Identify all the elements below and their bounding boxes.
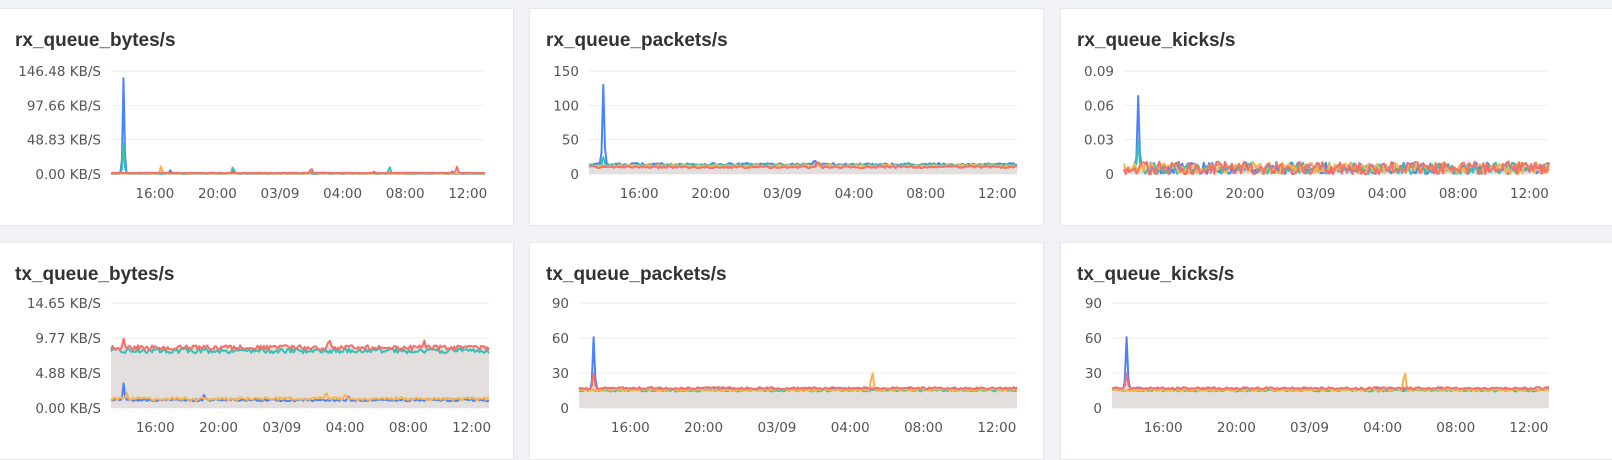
x-tick-label: 08:00 — [904, 420, 943, 436]
series-line-red — [110, 165, 486, 175]
x-tick-label: 04:00 — [831, 420, 870, 436]
x-tick-label: 12:00 — [452, 420, 491, 436]
panel-rx-queue-bytes: rx_queue_bytes/s 0.00 KB/S 48.83 KB/S 97.6… — [0, 8, 514, 226]
y-tick-label: 0.00 KB/S — [35, 167, 101, 183]
chart-tx-queue-packets: 0 30 60 90 16:00 20:00 03/09 04:00 08:00 12:00 — [552, 296, 1018, 436]
x-tick-label: 04:00 — [835, 186, 874, 202]
y-tick-label: 48.83 KB/S — [27, 133, 101, 149]
series-line-blue — [1111, 336, 1550, 392]
x-tick-label: 12:00 — [977, 420, 1016, 436]
y-tick-label: 0 — [1093, 401, 1102, 417]
chart-rx-queue-packets: 0 50 100 150 16:00 20:00 03/09 04:00 08:00 12:00 — [553, 64, 1018, 202]
x-tick-label: 16:00 — [136, 420, 175, 436]
x-tick-label: 03/09 — [757, 420, 796, 436]
chart-rx-queue-kicks: 0 0.03 0.06 0.09 16:00 20:00 03/09 04:00 08:00 12… — [1084, 64, 1550, 202]
series-line-red — [1112, 372, 1550, 391]
y-tick-label: 0.00 KB/S — [35, 401, 101, 417]
chart-tx-queue-kicks: 0 30 60 90 16:00 20:00 03/09 04:00 08:00 12:00 — [1085, 296, 1550, 436]
y-tick-label: 30 — [1085, 366, 1102, 382]
panel-tx-queue-kicks: tx_queue_kicks/s 0 30 60 90 16:00 20:00 03/09 0… — [1060, 242, 1612, 460]
x-tick-label: 04:00 — [1363, 420, 1402, 436]
y-tick-label: 90 — [552, 296, 569, 312]
x-tick-label: 03/09 — [1297, 186, 1336, 202]
x-tick-label: 03/09 — [763, 186, 802, 202]
x-tick-label: 08:00 — [1439, 186, 1478, 202]
series-line-blue — [1123, 95, 1550, 175]
x-tick-label: 20:00 — [1225, 186, 1264, 202]
series-line-teal — [110, 142, 486, 175]
y-tick-label: 4.88 KB/S — [35, 366, 101, 382]
x-tick-label: 16:00 — [620, 186, 659, 202]
x-tick-label: 16:00 — [1144, 420, 1183, 436]
y-tick-label: 150 — [553, 64, 579, 80]
x-tick-label: 12:00 — [1509, 420, 1548, 436]
y-tick-label: 50 — [562, 133, 579, 149]
y-tick-label: 0.09 — [1084, 64, 1114, 80]
y-tick-label: 9.77 KB/S — [35, 331, 101, 347]
panel-rx-queue-packets: rx_queue_packets/s 0 50 100 150 16:00 20:00 03… — [529, 8, 1044, 226]
panel-tx-queue-packets: tx_queue_packets/s 0 30 60 90 16:00 20:00 03/0… — [529, 242, 1044, 460]
dashboard-grid: rx_queue_bytes/s 0.00 KB/S 48.83 KB/S 97.6… — [0, 0, 1612, 460]
x-tick-label: 16:00 — [611, 420, 650, 436]
series-line-blue — [588, 83, 1018, 167]
x-tick-label: 08:00 — [389, 420, 428, 436]
y-tick-label: 97.66 KB/S — [27, 98, 101, 114]
x-tick-label: 20:00 — [1217, 420, 1256, 436]
x-tick-label: 20:00 — [684, 420, 723, 436]
chart-rx-queue-bytes: 0.00 KB/S 48.83 KB/S 97.66 KB/S 146.48 KB/S… — [18, 64, 487, 202]
panel-rx-queue-kicks: rx_queue_kicks/s 0 0.03 0.06 0.09 16:00 20:00… — [1060, 8, 1612, 226]
series-line-blue — [110, 77, 486, 175]
x-tick-label: 08:00 — [1436, 420, 1475, 436]
y-tick-label: 0 — [1105, 167, 1114, 183]
x-tick-label: 03/09 — [262, 420, 301, 436]
y-tick-label: 90 — [1085, 296, 1102, 312]
chart-tx-queue-bytes: 0.00 KB/S 4.88 KB/S 9.77 KB/S 14.65 KB/S 16:… — [27, 296, 491, 436]
y-tick-label: 0.03 — [1084, 133, 1114, 149]
x-tick-label: 04:00 — [1368, 186, 1407, 202]
y-tick-label: 60 — [552, 331, 569, 347]
x-tick-label: 04:00 — [326, 420, 365, 436]
y-tick-label: 100 — [553, 98, 579, 114]
y-tick-label: 0 — [570, 167, 579, 183]
y-tick-label: 0.06 — [1084, 98, 1114, 114]
x-tick-label: 12:00 — [978, 186, 1017, 202]
x-tick-label: 20:00 — [691, 186, 730, 202]
y-tick-label: 146.48 KB/S — [18, 64, 101, 80]
x-tick-label: 20:00 — [199, 420, 238, 436]
y-tick-label: 60 — [1085, 331, 1102, 347]
panel-tx-queue-bytes: tx_queue_bytes/s 0.00 KB/S 4.88 KB/S 9.77 … — [0, 242, 514, 460]
x-tick-label: 16:00 — [135, 186, 174, 202]
x-tick-label: 08:00 — [386, 186, 425, 202]
y-tick-label: 30 — [552, 366, 569, 382]
x-tick-label: 03/09 — [261, 186, 300, 202]
x-tick-label: 20:00 — [198, 186, 237, 202]
x-tick-label: 08:00 — [906, 186, 945, 202]
x-tick-label: 04:00 — [323, 186, 362, 202]
x-tick-label: 12:00 — [1510, 186, 1549, 202]
y-tick-label: 14.65 KB/S — [27, 296, 101, 312]
x-tick-label: 16:00 — [1154, 186, 1193, 202]
series-line-red — [578, 372, 1018, 391]
x-tick-label: 12:00 — [448, 186, 487, 202]
x-tick-label: 03/09 — [1290, 420, 1329, 436]
y-tick-label: 0 — [560, 401, 569, 417]
series-line-blue — [578, 336, 1018, 392]
